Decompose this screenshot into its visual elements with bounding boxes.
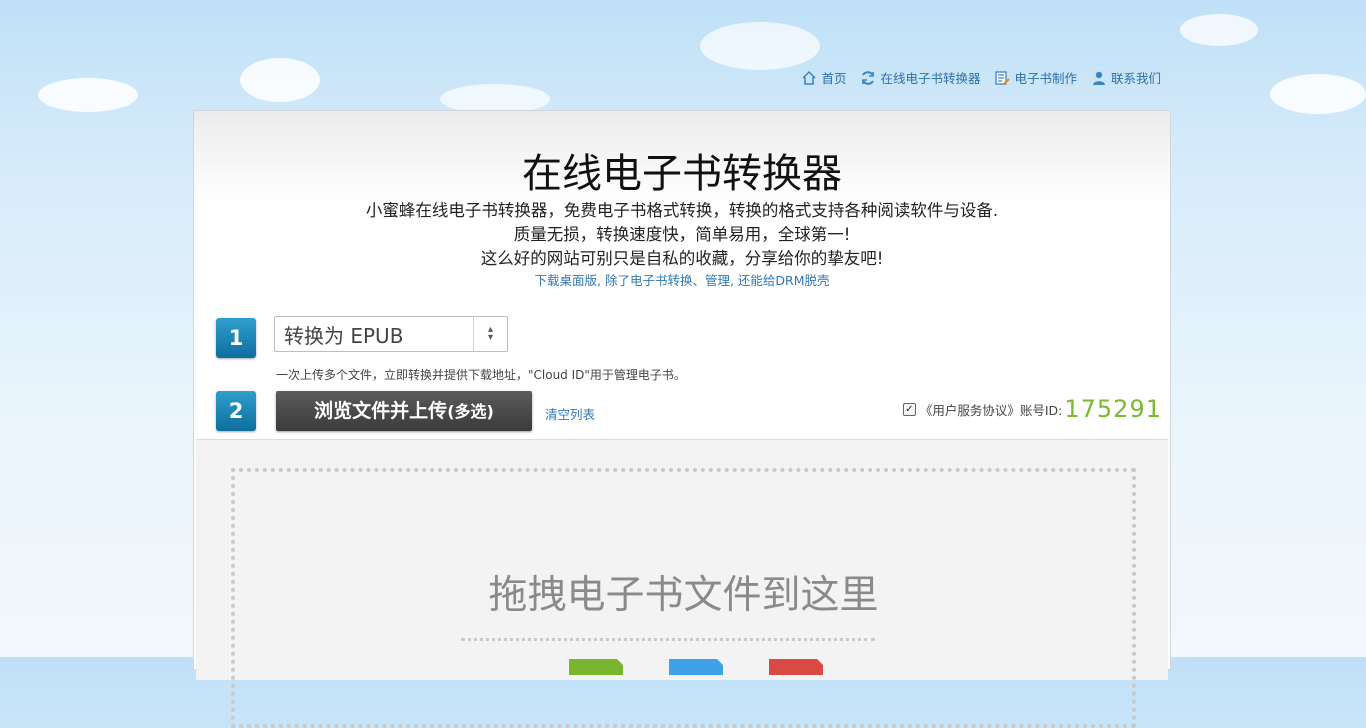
home-icon	[802, 70, 816, 85]
nav-converter-label: 在线电子书转换器	[880, 71, 981, 86]
cloud-decoration	[700, 22, 820, 70]
agreement-text[interactable]: 《用户服务协议》账号ID:	[920, 400, 1063, 419]
format-select[interactable]: 转换为 EPUB ▴ ▾	[274, 316, 508, 352]
cloud-decoration	[1180, 14, 1258, 46]
green-book-icon	[569, 659, 623, 675]
cloud-decoration	[38, 78, 138, 112]
agreement-row: ✓ 《用户服务协议》账号ID: 175291	[902, 395, 1162, 423]
step-2-badge: 2	[216, 391, 256, 431]
upload-hint: 一次上传多个文件，立即转换并提供下载地址，"Cloud ID"用于管理电子书。	[276, 368, 686, 382]
nav-converter[interactable]: 在线电子书转换器	[860, 68, 980, 87]
nav-contact[interactable]: 联系我们	[1091, 68, 1161, 87]
drop-zone[interactable]: 拖拽电子书文件到这里	[231, 468, 1136, 728]
user-icon	[1092, 71, 1105, 85]
step-1-badge: 1	[216, 318, 256, 358]
cloud-decoration	[240, 58, 320, 102]
nav-ebook-make[interactable]: 电子书制作	[994, 68, 1077, 87]
top-nav: 首页 在线电子书转换器 电子书制作 联系我们	[801, 68, 1161, 87]
agreement-checkbox[interactable]: ✓	[902, 402, 916, 416]
format-icons-zone	[461, 638, 875, 701]
format-select-value: 转换为 EPUB	[284, 323, 404, 348]
account-id: 175291	[1064, 395, 1162, 423]
select-arrows-icon: ▴ ▾	[473, 317, 507, 351]
document-edit-icon	[995, 70, 1011, 85]
desktop-download-link[interactable]: 下载桌面版, 除了电子书转换、管理, 还能给DRM脱壳	[194, 270, 1170, 289]
clear-list-link[interactable]: 清空列表	[545, 404, 595, 423]
description-line-2: 质量无损，转换速度快，简单易用，全球第一!	[513, 225, 851, 244]
nav-contact-label: 联系我们	[1110, 71, 1161, 86]
red-book-icon	[769, 659, 823, 675]
nav-home[interactable]: 首页	[801, 68, 846, 87]
cloud-decoration	[1270, 74, 1366, 114]
browse-upload-label: 浏览文件并上传	[314, 400, 448, 422]
description-line-1: 小蜜蜂在线电子书转换器，免费电子书格式转换，转换的格式支持各种阅读软件与设备.	[365, 201, 999, 220]
page-title: 在线电子书转换器	[522, 151, 842, 197]
main-panel: 在线电子书转换器 小蜜蜂在线电子书转换器，免费电子书格式转换，转换的格式支持各种…	[193, 110, 1171, 728]
drop-area: 拖拽电子书文件到这里	[196, 439, 1168, 728]
description: 小蜜蜂在线电子书转换器，免费电子书格式转换，转换的格式支持各种阅读软件与设备. …	[194, 199, 1170, 271]
nav-home-label: 首页	[821, 71, 847, 86]
nav-ebook-make-label: 电子书制作	[1014, 71, 1077, 86]
refresh-icon	[862, 70, 875, 85]
description-line-3: 这么好的网站可别只是自私的收藏，分享给你的挚友吧!	[480, 249, 884, 268]
drop-zone-text: 拖拽电子书文件到这里	[488, 573, 879, 618]
blue-book-icon	[669, 659, 723, 675]
browse-upload-button[interactable]: 浏览文件并上传(多选)	[276, 391, 532, 431]
browse-upload-suffix: (多选)	[447, 402, 494, 421]
